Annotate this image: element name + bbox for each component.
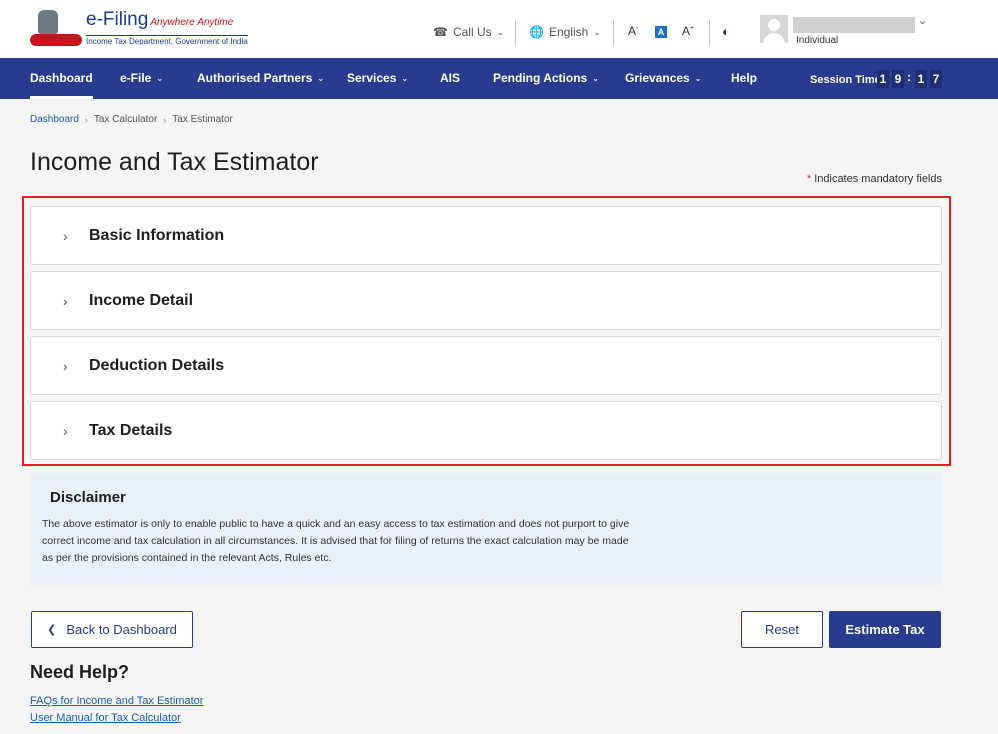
nav-authorised-partners[interactable]: Authorised Partners ⌄ [197,58,324,99]
efiling-logo[interactable]: e-Filing Anywhere Anytime Income Tax Depa… [30,8,248,48]
logo-subtitle: Income Tax Department, Government of Ind… [86,35,248,46]
reset-button[interactable]: Reset [741,611,823,648]
logo-title: e-Filing [86,9,149,30]
globe-icon: 🌐 [529,25,544,39]
chevron-right-icon: › [63,292,68,309]
session-digit: 7 [930,70,942,88]
disclaimer-box: Disclaimer The above estimator is only t… [30,473,942,585]
section-title: Tax Details [89,421,173,439]
top-header: e-Filing Anywhere Anytime Income Tax Depa… [0,0,998,58]
chevron-down-icon[interactable]: ⌄ [918,14,927,27]
font-decrease-button[interactable]: A- [628,24,638,38]
session-digit: 1 [915,70,927,88]
breadcrumb: Dashboard › Tax Calculator › Tax Estimat… [30,114,233,125]
phone-icon: ☎ [433,25,448,39]
section-deduction-details[interactable]: › Deduction Details [30,336,942,395]
chevron-left-icon: ❮ [47,624,57,636]
disclaimer-title: Disclaimer [50,489,126,506]
emblem-icon [30,8,82,48]
user-manual-link[interactable]: User Manual for Tax Calculator [30,712,181,724]
divider [613,20,614,46]
need-help-title: Need Help? [30,662,130,682]
chevron-down-icon: ⌄ [592,74,599,83]
section-title: Deduction Details [89,356,225,374]
nav-help[interactable]: Help [731,58,757,99]
language-label: English [548,25,589,39]
font-normal-button[interactable]: A [655,26,667,38]
breadcrumb-tax-estimator: Tax Estimator [172,114,233,125]
chevron-down-icon: ⌄ [694,74,702,83]
section-title: Basic Information [89,226,225,244]
session-digit: 9 [892,70,904,88]
mandatory-note: * Indicates mandatory fields [806,173,942,185]
estimate-tax-button[interactable]: Estimate Tax [829,611,941,648]
divider [515,20,516,46]
font-increase-button[interactable]: A+ [682,24,694,38]
nav-grievances[interactable]: Grievances ⌄ [625,58,701,99]
disclaimer-text: The above estimator is only to enable pu… [42,518,630,564]
logo-tagline: Anywhere Anytime [150,17,234,28]
user-name-redacted[interactable] [793,17,915,33]
chevron-down-icon: ⌄ [593,26,601,37]
call-us-label: Call Us [452,25,492,39]
session-time-label: Session Time [810,74,881,86]
user-role: Individual [796,35,839,46]
call-us-dropdown[interactable]: ☎ Call Us ⌄ [433,20,504,44]
nav-pending-actions[interactable]: Pending Actions ⌄ [493,58,599,99]
divider [709,20,710,46]
chevron-right-icon: › [63,357,68,374]
session-colon: : [907,70,911,84]
chevron-down-icon: ⌄ [156,74,164,83]
chevron-down-icon: ⌄ [317,74,325,83]
nav-dashboard[interactable]: Dashboard [30,58,93,99]
avatar[interactable] [760,15,788,43]
chevron-down-icon: ⌄ [401,74,409,83]
contrast-icon[interactable]: ◐ [722,24,730,39]
nav-services[interactable]: Services ⌄ [347,58,408,99]
breadcrumb-tax-calculator: Tax Calculator [93,114,158,125]
faq-link[interactable]: FAQs for Income and Tax Estimator [30,695,203,707]
breadcrumb-dashboard[interactable]: Dashboard [30,114,79,125]
chevron-right-icon: › [63,422,68,439]
chevron-right-icon: › [163,114,167,125]
nav-ais[interactable]: AIS [440,58,460,99]
nav-efile[interactable]: e-File ⌄ [120,58,163,99]
section-title: Income Detail [89,291,194,309]
chevron-right-icon: › [84,114,88,125]
chevron-right-icon: › [63,227,68,244]
chevron-down-icon: ⌄ [496,26,505,37]
asterisk-icon: * [806,173,812,185]
session-digit: 1 [877,70,889,88]
back-to-dashboard-button[interactable]: ❮ Back to Dashboard [31,611,193,648]
section-tax-details[interactable]: › Tax Details [30,401,942,460]
language-dropdown[interactable]: 🌐 English ⌄ [529,20,601,44]
page-title: Income and Tax Estimator [30,148,319,176]
section-basic-information[interactable]: › Basic Information [30,206,942,265]
section-income-detail[interactable]: › Income Detail [30,271,942,330]
